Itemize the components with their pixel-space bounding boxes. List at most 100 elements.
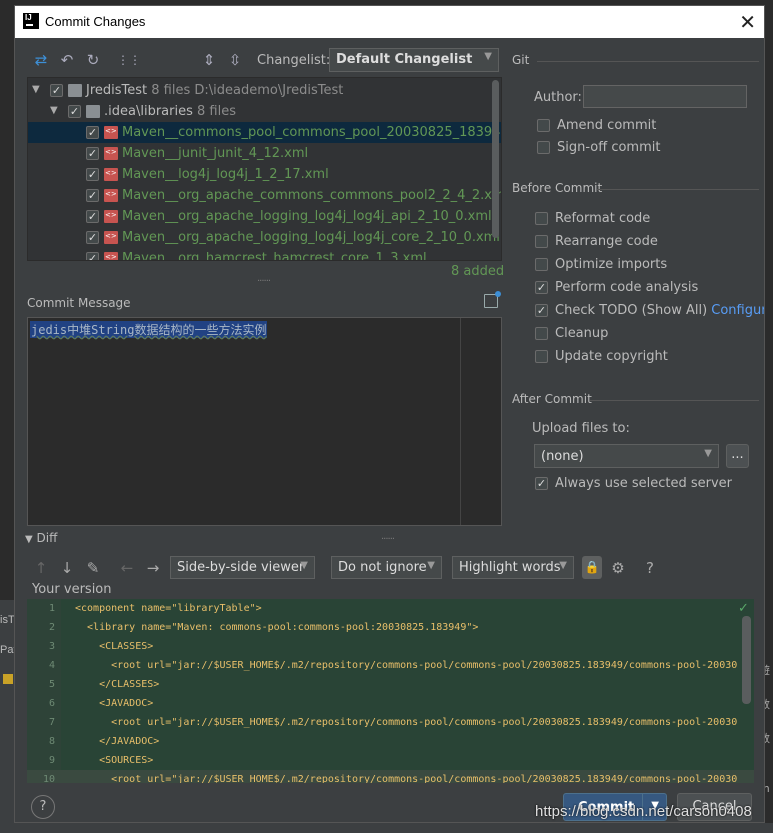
tree-row-file[interactable]: ✓ Maven__commons_pool_commons_pool_20030… bbox=[28, 122, 501, 143]
file-checkbox[interactable]: ✓ bbox=[86, 126, 99, 139]
editor-scrollbar[interactable] bbox=[742, 616, 751, 704]
check-todo-label: Check TODO (Show All) Configure bbox=[555, 303, 764, 318]
line-number: 3 bbox=[48, 641, 55, 652]
tree-row-folder[interactable]: ▼ ✓ .idea\libraries 8 files bbox=[28, 101, 501, 122]
cleanup-checkbox[interactable] bbox=[535, 327, 548, 340]
folder-icon bbox=[86, 105, 100, 118]
code-text: <root url="jar://$USER_HOME$/.m2/reposit… bbox=[75, 774, 738, 783]
tree-scrollbar[interactable] bbox=[492, 80, 499, 238]
file-checkbox[interactable]: ✓ bbox=[86, 210, 99, 223]
forward-icon[interactable]: → bbox=[143, 558, 163, 578]
show-diff-icon[interactable]: ⇄ bbox=[31, 50, 51, 70]
ignore-dropdown[interactable]: Do not ignore ▼ bbox=[331, 556, 442, 579]
code-line: 5 </CLASSES> bbox=[27, 675, 754, 694]
code-text: <CLASSES> bbox=[75, 641, 154, 652]
code-line: 7 <root url="jar://$USER_HOME$/.m2/repos… bbox=[27, 713, 754, 732]
optimize-imports-label: Optimize imports bbox=[555, 257, 668, 272]
file-checkbox[interactable]: ✓ bbox=[86, 252, 99, 260]
line-number: 8 bbox=[48, 736, 55, 747]
tree-row-root[interactable]: ▼ ✓ JredisTest 8 files D:\ideademo\Jredi… bbox=[28, 80, 501, 101]
splitter-handle[interactable]: ······ bbox=[381, 534, 395, 545]
code-line: 6 <JAVADOC> bbox=[27, 694, 754, 713]
author-input[interactable] bbox=[583, 85, 747, 108]
file-checkbox[interactable]: ✓ bbox=[86, 189, 99, 202]
next-difference-icon[interactable]: ↓ bbox=[57, 558, 77, 578]
browse-servers-button[interactable]: ... bbox=[726, 444, 749, 468]
collapse-all-icon[interactable]: ⇳ bbox=[225, 50, 245, 70]
editor-side-bar bbox=[754, 599, 764, 783]
file-name: Maven__junit_junit_4_12.xml bbox=[122, 146, 309, 161]
root-count: 8 files bbox=[151, 83, 191, 98]
expand-all-icon[interactable]: ⇕ bbox=[199, 50, 219, 70]
collapse-arrow-icon[interactable]: ▼ bbox=[32, 84, 40, 95]
xml-file-icon bbox=[104, 126, 118, 139]
changelist-dropdown[interactable]: Default Changelist ▼ bbox=[329, 48, 499, 72]
collapse-arrow-icon[interactable]: ▼ bbox=[50, 105, 58, 116]
group-by-icon[interactable]: ⋮⋮ bbox=[117, 50, 141, 70]
code-text: <SOURCES> bbox=[75, 755, 154, 766]
tree-row-file[interactable]: ✓ Maven__org_apache_commons_commons_pool… bbox=[28, 185, 501, 206]
root-checkbox[interactable]: ✓ bbox=[50, 84, 63, 97]
always-use-server-checkbox[interactable]: ✓ bbox=[535, 477, 548, 490]
message-history-icon[interactable] bbox=[484, 291, 501, 308]
splitter-handle[interactable]: ······ bbox=[257, 276, 271, 287]
diff-section-header[interactable]: ▼ Diff bbox=[25, 531, 57, 545]
line-number: 4 bbox=[48, 660, 55, 671]
close-icon[interactable]: ✕ bbox=[739, 10, 756, 35]
tree-row-file[interactable]: ✓ Maven__org_hamcrest_hamcrest_core_1_3.… bbox=[28, 248, 501, 260]
code-line: 9 <SOURCES> bbox=[27, 751, 754, 770]
rearrange-code-checkbox[interactable] bbox=[535, 235, 548, 248]
lock-icon[interactable]: 🔒 bbox=[582, 556, 602, 579]
title-bar: IJ Commit Changes ✕ bbox=[15, 6, 764, 38]
edit-source-icon[interactable]: ✎ bbox=[83, 558, 103, 578]
collapse-arrow-icon[interactable]: ▼ bbox=[25, 534, 33, 545]
signoff-commit-checkbox[interactable] bbox=[537, 141, 550, 154]
code-text: <root url="jar://$USER_HOME$/.m2/reposit… bbox=[75, 717, 738, 728]
chevron-down-icon: ▼ bbox=[300, 560, 308, 571]
commit-message-input[interactable]: jedis中堆String数据结构的一些方法实例 bbox=[27, 317, 502, 526]
xml-file-icon bbox=[104, 147, 118, 160]
previous-difference-icon[interactable]: ↑ bbox=[31, 558, 51, 578]
amend-commit-checkbox[interactable] bbox=[537, 119, 550, 132]
diff-editor[interactable]: 1 <component name="libraryTable"> 2 <lib… bbox=[27, 599, 754, 783]
file-checkbox[interactable]: ✓ bbox=[86, 231, 99, 244]
reformat-code-checkbox[interactable] bbox=[535, 212, 548, 225]
changelist-label: Changelist: bbox=[257, 53, 331, 68]
folder-label: .idea\libraries 8 files bbox=[104, 104, 236, 119]
tree-row-file[interactable]: ✓ Maven__org_apache_logging_log4j_log4j_… bbox=[28, 227, 501, 248]
perform-code-analysis-checkbox[interactable]: ✓ bbox=[535, 281, 548, 294]
highlight-value: Highlight words bbox=[459, 560, 561, 575]
upload-server-dropdown[interactable]: (none) ▼ bbox=[534, 444, 719, 468]
tree-row-file[interactable]: ✓ Maven__log4j_log4j_1_2_17.xml bbox=[28, 164, 501, 185]
after-commit-title: After Commit bbox=[512, 392, 592, 406]
window-title: Commit Changes bbox=[45, 14, 146, 29]
file-checkbox[interactable]: ✓ bbox=[86, 147, 99, 160]
help-button[interactable]: ? bbox=[31, 795, 55, 819]
check-todo-checkbox[interactable]: ✓ bbox=[535, 304, 548, 317]
check-todo-text: Check TODO (Show All) bbox=[555, 303, 708, 318]
folder-checkbox[interactable]: ✓ bbox=[68, 105, 81, 118]
code-line: 1 <component name="libraryTable"> bbox=[27, 599, 754, 618]
back-icon[interactable]: ← bbox=[117, 558, 137, 578]
xml-file-icon bbox=[104, 189, 118, 202]
tree-row-file[interactable]: ✓ Maven__org_apache_logging_log4j_log4j_… bbox=[28, 206, 501, 227]
commit-message-text[interactable]: jedis中堆String数据结构的一些方法实例 bbox=[30, 321, 268, 338]
settings-gear-icon[interactable]: ⚙ bbox=[608, 558, 628, 578]
chevron-down-icon: ▼ bbox=[484, 51, 492, 62]
file-checkbox[interactable]: ✓ bbox=[86, 168, 99, 181]
diff-toolbar: ↑ ↓ ✎ ← → Side-by-side viewer ▼ Do not i… bbox=[27, 556, 757, 580]
rollback-icon[interactable]: ↶ bbox=[57, 50, 77, 70]
code-line: 2 <library name="Maven: commons-pool:com… bbox=[27, 618, 754, 637]
viewer-dropdown[interactable]: Side-by-side viewer ▼ bbox=[170, 556, 315, 579]
tree-row-file[interactable]: ✓ Maven__junit_junit_4_12.xml bbox=[28, 143, 501, 164]
highlight-dropdown[interactable]: Highlight words ▼ bbox=[452, 556, 574, 579]
configure-link[interactable]: Configure bbox=[711, 303, 764, 318]
update-copyright-checkbox[interactable] bbox=[535, 350, 548, 363]
optimize-imports-checkbox[interactable] bbox=[535, 258, 548, 271]
diff-help-icon[interactable]: ? bbox=[640, 558, 660, 578]
code-text: <library name="Maven: commons-pool:commo… bbox=[75, 622, 479, 633]
upload-files-label: Upload files to: bbox=[532, 421, 630, 436]
cleanup-label: Cleanup bbox=[555, 326, 609, 341]
code-line: 4 <root url="jar://$USER_HOME$/.m2/repos… bbox=[27, 656, 754, 675]
refresh-icon[interactable]: ↻ bbox=[83, 50, 103, 70]
